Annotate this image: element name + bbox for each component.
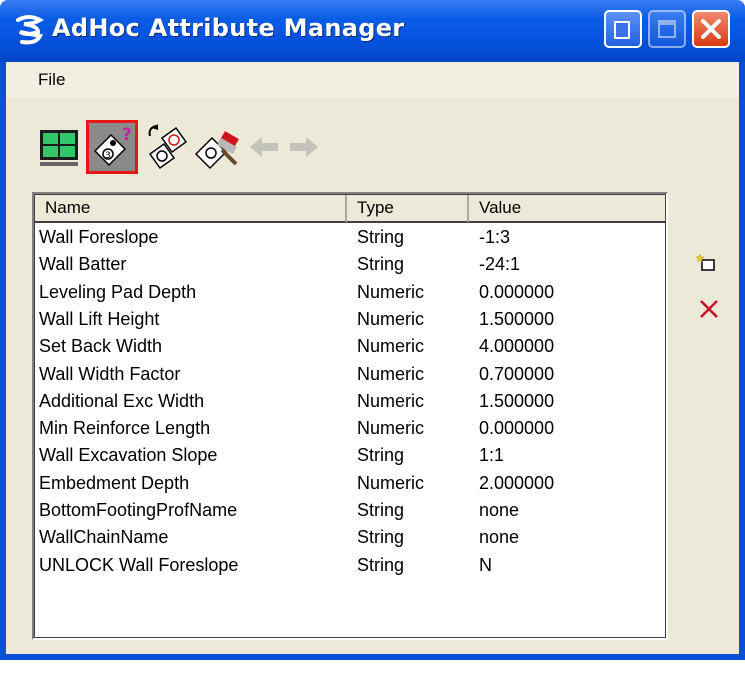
minimize-button[interactable] bbox=[604, 10, 642, 48]
attribute-list-inner: Name Type Value Wall Foreslope String -1:3… bbox=[34, 194, 666, 638]
close-button[interactable] bbox=[692, 10, 730, 48]
table-row[interactable]: Wall Batter String -24:1 bbox=[35, 252, 665, 279]
attribute-type-cell: Numeric bbox=[357, 418, 425, 439]
attribute-type-cell: String bbox=[357, 445, 405, 466]
attribute-value-cell: 0.700000 bbox=[479, 363, 555, 384]
grid-view-button[interactable] bbox=[36, 120, 86, 174]
attribute-type-cell: String bbox=[357, 527, 405, 548]
attribute-list[interactable]: Name Type Value Wall Foreslope String -1:3… bbox=[32, 192, 668, 640]
close-icon bbox=[701, 19, 721, 39]
client-area: File 3 ? Name Type Value Wall Foreslope … bbox=[6, 62, 739, 654]
window-title: AdHoc Attribute Manager bbox=[52, 14, 405, 42]
attribute-type-cell: String bbox=[357, 500, 405, 520]
delete-icon[interactable] bbox=[698, 298, 720, 320]
attribute-name-cell: Wall Foreslope bbox=[39, 227, 159, 247]
table-row[interactable]: Embedment Depth Numeric 2.000000 bbox=[35, 471, 665, 498]
attach-tag-button[interactable] bbox=[142, 120, 192, 174]
attribute-type-cell: Numeric bbox=[357, 472, 425, 493]
table-row[interactable]: BottomFootingProfName String none bbox=[35, 498, 665, 525]
column-header-type[interactable]: Type bbox=[347, 195, 469, 223]
attribute-value-cell: N bbox=[479, 554, 492, 575]
table-row[interactable]: Leveling Pad Depth Numeric 0.000000 bbox=[35, 280, 665, 307]
app-window: AdHoc Attribute Manager File 3 ? Name Ty… bbox=[0, 0, 745, 660]
attribute-type-cell: Numeric bbox=[357, 281, 425, 302]
new-attribute-icon[interactable] bbox=[696, 252, 718, 274]
attribute-name-cell: Min Reinforce Length bbox=[39, 418, 211, 439]
table-row[interactable]: UNLOCK Wall Foreslope String N bbox=[35, 553, 665, 580]
attribute-type-cell: String bbox=[357, 254, 405, 275]
forward-button[interactable] bbox=[284, 120, 324, 174]
table-row[interactable]: Min Reinforce Length Numeric 0.000000 bbox=[35, 416, 665, 443]
app-logo-icon bbox=[16, 15, 44, 45]
column-header-name[interactable]: Name bbox=[35, 195, 347, 223]
paint-attribute-button[interactable] bbox=[192, 120, 244, 174]
attribute-type-cell: Numeric bbox=[357, 336, 425, 357]
attribute-value-cell: 1.500000 bbox=[479, 308, 555, 329]
column-header-value[interactable]: Value bbox=[469, 195, 666, 223]
table-row[interactable]: Set Back Width Numeric 4.000000 bbox=[35, 334, 665, 361]
attribute-value-cell: 1:1 bbox=[479, 445, 505, 466]
attribute-value-cell: -1:3 bbox=[479, 227, 511, 247]
grid-view-icon bbox=[40, 130, 78, 166]
attribute-value-cell: -24:1 bbox=[479, 254, 521, 275]
attribute-name-cell: WallChainName bbox=[39, 527, 169, 548]
back-button[interactable] bbox=[244, 120, 284, 174]
attribute-type-cell: Numeric bbox=[357, 308, 425, 329]
attach-tag-icon bbox=[148, 124, 188, 170]
svg-text:3: 3 bbox=[105, 151, 111, 161]
attribute-name-cell: BottomFootingProfName bbox=[39, 500, 238, 520]
table-row[interactable]: Wall Width Factor Numeric 0.700000 bbox=[35, 362, 665, 389]
arrow-right-icon bbox=[290, 137, 318, 157]
attribute-value-cell: none bbox=[479, 500, 520, 520]
title-bar[interactable]: AdHoc Attribute Manager bbox=[0, 0, 745, 62]
attribute-type-cell: Numeric bbox=[357, 363, 425, 384]
attribute-name-cell: Wall Width Factor bbox=[39, 363, 181, 384]
attribute-value-cell: 2.000000 bbox=[479, 472, 555, 493]
minimize-icon bbox=[614, 21, 630, 39]
attribute-type-cell: String bbox=[357, 554, 405, 575]
attribute-name-cell: Wall Excavation Slope bbox=[39, 445, 218, 466]
attribute-name-cell: Wall Lift Height bbox=[39, 308, 160, 329]
attribute-help-button[interactable]: 3 ? bbox=[86, 120, 138, 174]
attribute-value-cell: 0.000000 bbox=[479, 418, 555, 439]
attribute-name-cell: Additional Exc Width bbox=[39, 390, 205, 411]
attribute-help-icon: 3 ? bbox=[93, 125, 132, 167]
table-row[interactable]: Wall Foreslope String -1:3 bbox=[35, 225, 665, 252]
attribute-name-cell: Leveling Pad Depth bbox=[39, 281, 197, 302]
attribute-value-cell: none bbox=[479, 527, 520, 548]
paint-attribute-icon bbox=[194, 131, 239, 170]
bottom-strip bbox=[0, 660, 745, 673]
table-row[interactable]: Additional Exc Width Numeric 1.500000 bbox=[35, 389, 665, 416]
table-row[interactable]: Wall Excavation Slope String 1:1 bbox=[35, 443, 665, 470]
arrow-left-icon bbox=[250, 137, 278, 157]
svg-text:?: ? bbox=[122, 125, 132, 145]
table-row[interactable]: WallChainName String none bbox=[35, 525, 665, 552]
table-row[interactable]: Wall Lift Height Numeric 1.500000 bbox=[35, 307, 665, 334]
menu-file[interactable]: File bbox=[38, 70, 65, 90]
menu-bar: File bbox=[6, 62, 739, 98]
attribute-type-cell: Numeric bbox=[357, 390, 425, 411]
attribute-value-cell: 1.500000 bbox=[479, 390, 555, 411]
attribute-type-cell: String bbox=[357, 227, 405, 247]
attribute-name-cell: UNLOCK Wall Foreslope bbox=[39, 554, 239, 575]
maximize-button[interactable] bbox=[648, 10, 686, 48]
attribute-value-cell: 0.000000 bbox=[479, 281, 555, 302]
list-header: Name Type Value bbox=[35, 195, 666, 225]
maximize-icon bbox=[658, 20, 676, 38]
attribute-value-cell: 4.000000 bbox=[479, 336, 555, 357]
attribute-name-cell: Set Back Width bbox=[39, 336, 163, 357]
attribute-name-cell: Wall Batter bbox=[39, 254, 127, 275]
attribute-name-cell: Embedment Depth bbox=[39, 472, 190, 493]
